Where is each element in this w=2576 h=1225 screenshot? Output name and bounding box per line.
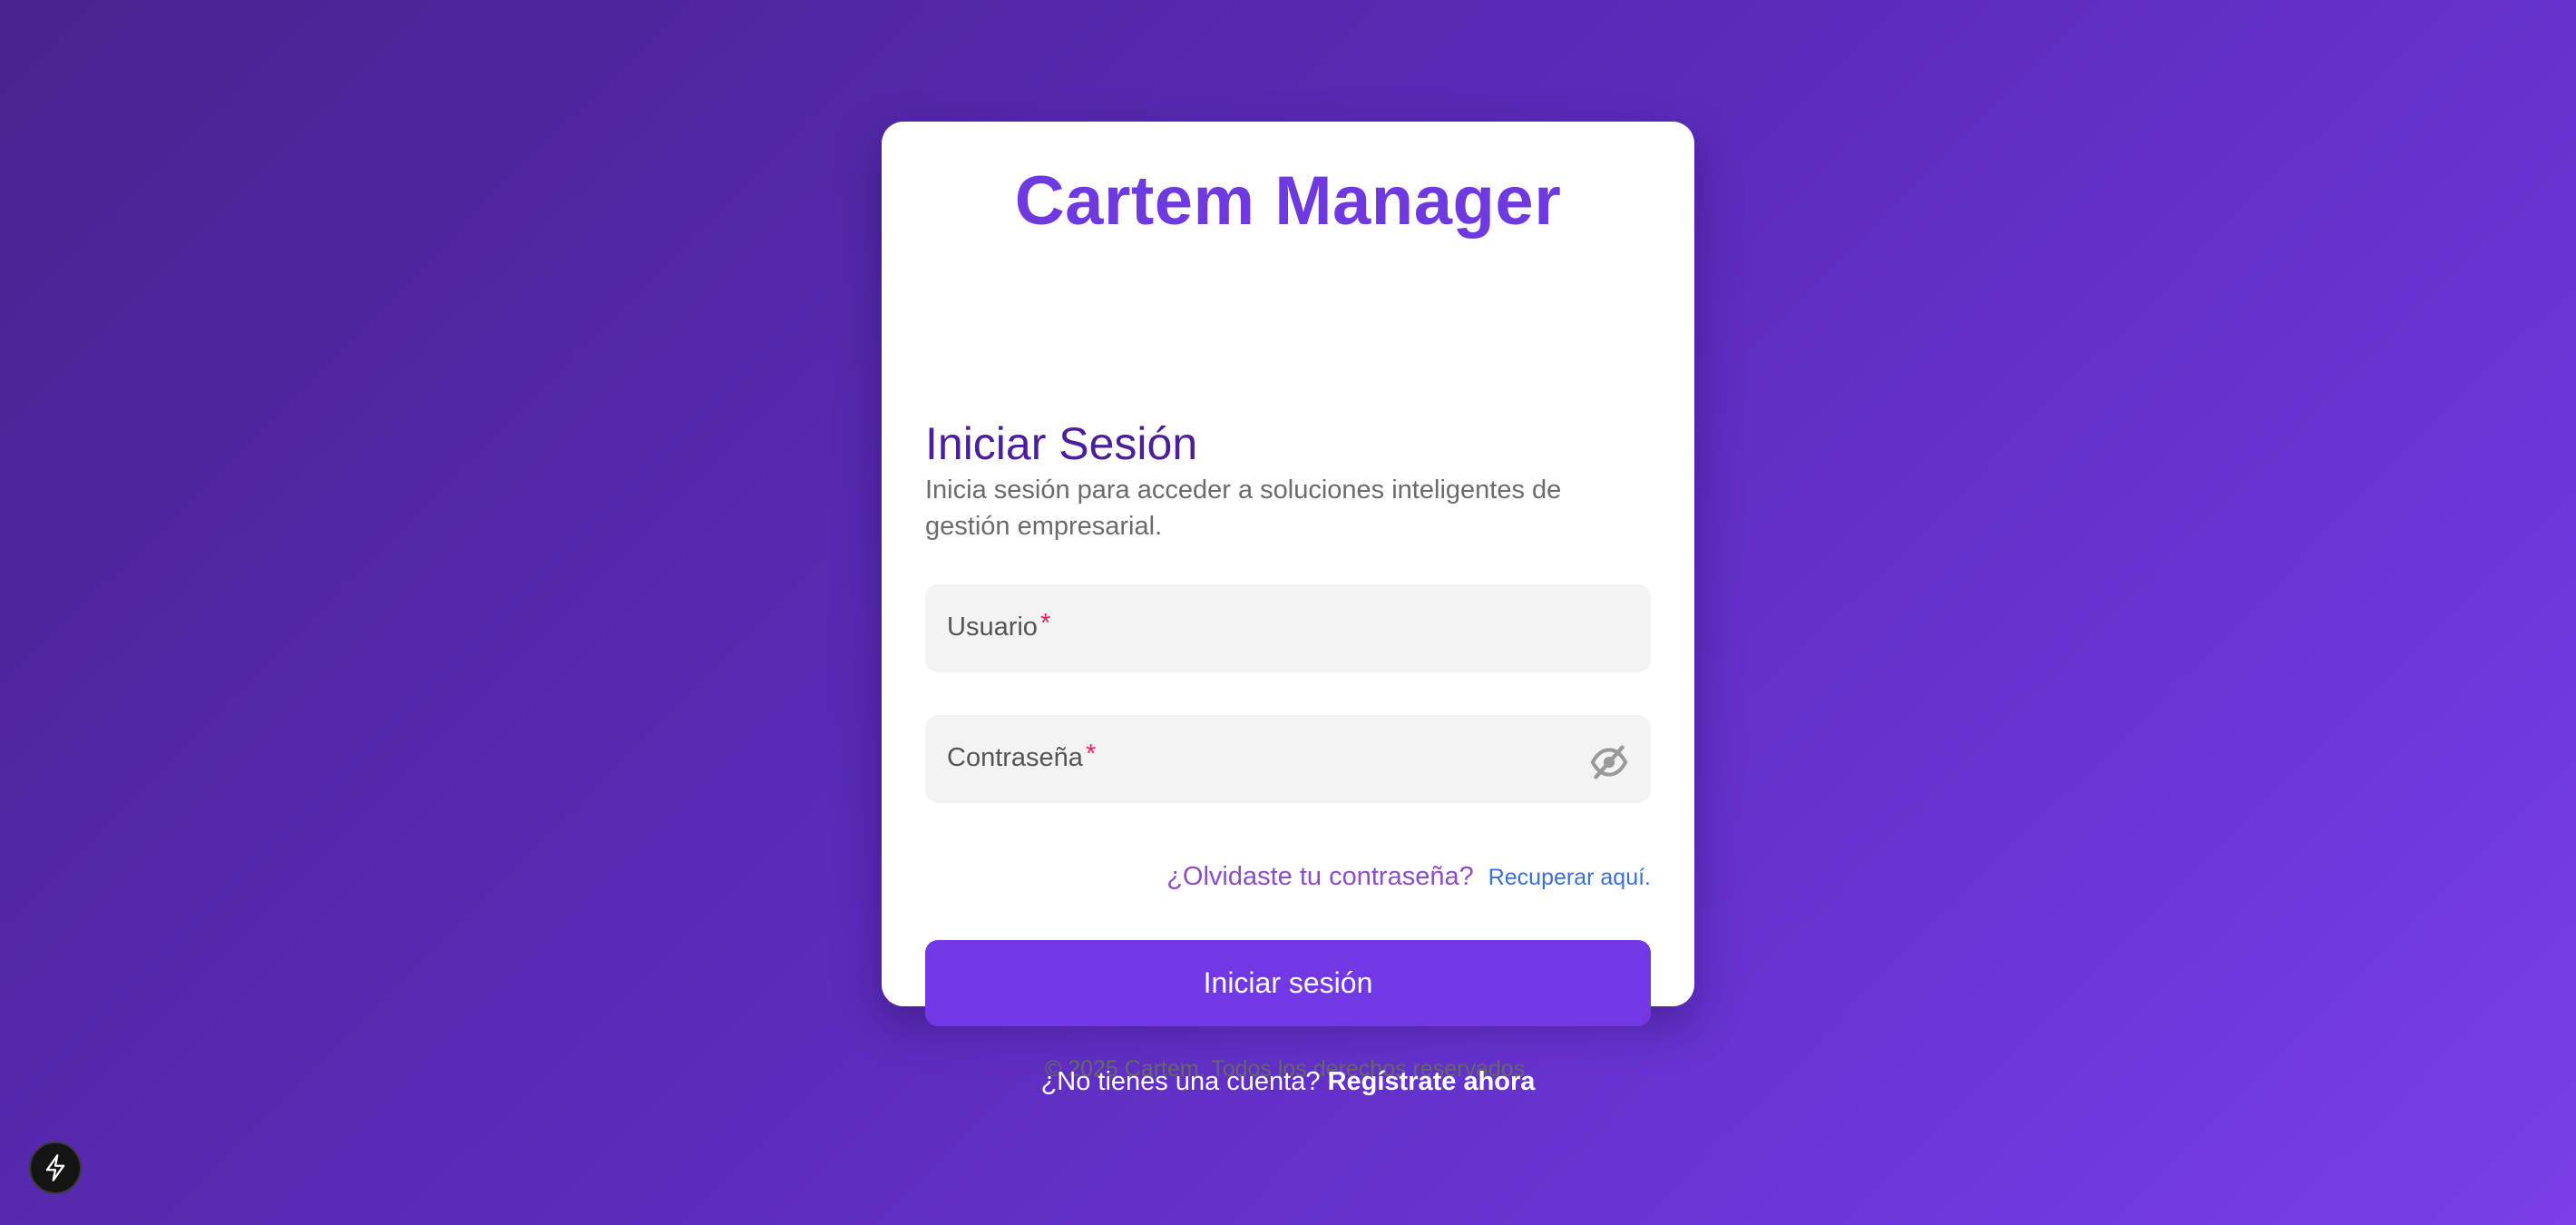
register-link[interactable]: Regístrate ahora: [1328, 1067, 1536, 1096]
no-account-text: ¿No tienes una cuenta?: [1040, 1067, 1321, 1096]
login-button[interactable]: Iniciar sesión: [925, 940, 1651, 1026]
username-label: Usuario: [947, 612, 1038, 642]
login-card: Cartem Manager Iniciar Sesión Inicia ses…: [882, 122, 1694, 1082]
password-field[interactable]: Contraseña *: [925, 715, 1651, 803]
password-required-mark: *: [1085, 740, 1097, 769]
app-title: Cartem Manager: [1014, 162, 1562, 240]
register-prompt: ¿No tienes una cuenta? Regístrate ahora: [0, 1067, 2576, 1097]
username-field[interactable]: Usuario *: [925, 584, 1651, 672]
lightning-icon[interactable]: [29, 1142, 82, 1194]
recover-password-link[interactable]: Recuperar aquí.: [1488, 865, 1651, 891]
eye-off-icon[interactable]: [1589, 744, 1629, 780]
login-heading: Iniciar Sesión: [925, 418, 1198, 469]
password-label: Contraseña: [947, 742, 1083, 772]
login-subtitle: Inicia sesión para acceder a soluciones …: [925, 475, 1562, 541]
forgot-password-text: ¿Olvidaste tu contraseña?: [1166, 862, 1474, 891]
username-required-mark: *: [1039, 609, 1051, 638]
forgot-password-row: ¿Olvidaste tu contraseña? Recuperar aquí…: [1166, 862, 1651, 892]
